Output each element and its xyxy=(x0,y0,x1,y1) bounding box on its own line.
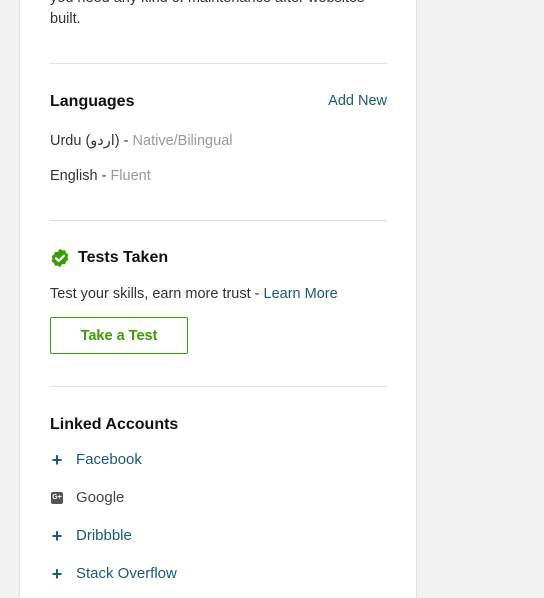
linked-accounts-title: Linked Accounts xyxy=(50,416,179,433)
tests-description: Test your skills, earn more trust - Lear… xyxy=(50,286,338,302)
google-plus-icon: G+ xyxy=(50,491,64,504)
language-name: English xyxy=(50,168,98,184)
divider xyxy=(50,220,387,221)
tests-desc-text: Test your skills, earn more trust - xyxy=(50,286,264,302)
language-separator: - xyxy=(119,133,133,149)
intro-text: you need any kind of maintenance after w… xyxy=(50,0,364,27)
tests-header: Tests Taken xyxy=(50,248,168,268)
language-item-urdu: Urdu (اردو) - Native/Bilingual xyxy=(50,133,232,149)
language-name: Urdu (اردو) xyxy=(50,133,120,149)
plus-icon: + xyxy=(51,449,63,470)
language-separator: - xyxy=(97,168,111,184)
divider xyxy=(50,386,387,387)
language-level: Native/Bilingual xyxy=(132,133,233,149)
check-badge-icon xyxy=(50,248,70,268)
linked-account-google: G+ Google xyxy=(50,489,124,506)
take-a-test-button[interactable]: Take a Test xyxy=(50,317,188,354)
account-label: Google xyxy=(76,489,125,506)
account-label[interactable]: Dribbble xyxy=(76,527,132,544)
language-level: Fluent xyxy=(110,168,151,184)
account-label[interactable]: Stack Overflow xyxy=(76,565,177,582)
add-new-language-link[interactable]: Add New xyxy=(328,93,387,109)
plus-icon: + xyxy=(51,563,63,584)
linked-account-stack-overflow[interactable]: + Stack Overflow xyxy=(50,563,177,584)
linked-account-dribbble[interactable]: + Dribbble xyxy=(50,525,132,546)
learn-more-link[interactable]: Learn More xyxy=(264,286,338,302)
tests-title: Tests Taken xyxy=(78,249,169,266)
divider xyxy=(50,63,387,64)
account-label[interactable]: Facebook xyxy=(76,451,142,468)
language-item-english: English - Fluent xyxy=(50,168,151,184)
plus-icon: + xyxy=(51,525,63,546)
profile-sidebar-card: you need any kind of maintenance after w… xyxy=(19,0,417,598)
linked-account-facebook[interactable]: + Facebook xyxy=(50,449,142,470)
languages-title: Languages xyxy=(50,93,135,110)
